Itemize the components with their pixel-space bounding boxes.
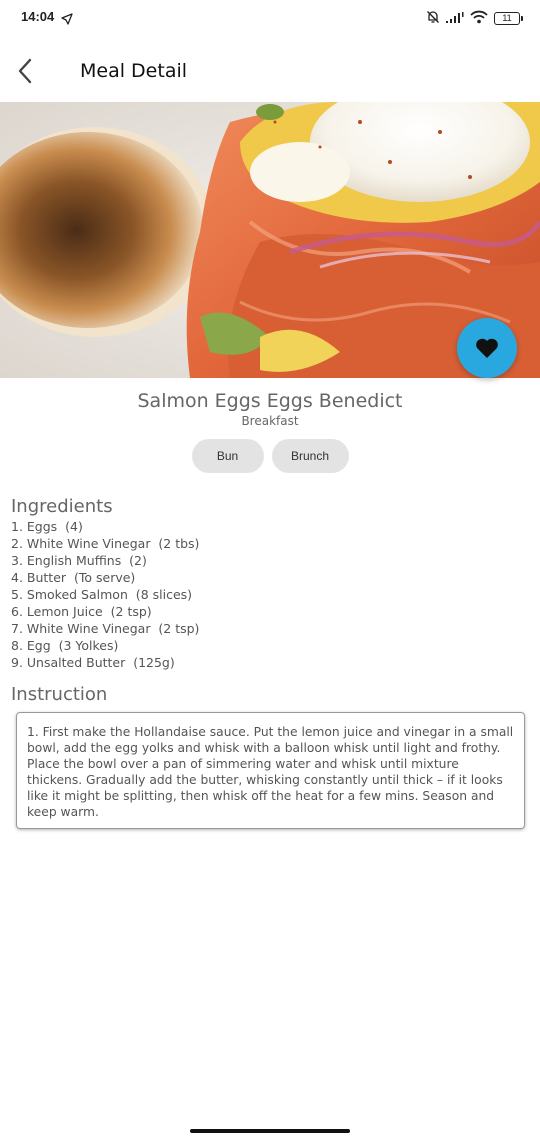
mute-bell-icon — [426, 9, 440, 28]
ingredients-heading: Ingredients — [11, 496, 113, 517]
ingredient-item: 5. Smoked Salmon (8 slices) — [11, 587, 193, 602]
instruction-text: 1. First make the Hollandaise sauce. Put… — [27, 725, 514, 819]
status-icons: 11 — [426, 9, 523, 28]
heart-icon — [476, 338, 498, 358]
status-bar: 14:04 11 — [0, 0, 540, 36]
chevron-left-icon — [18, 58, 32, 84]
page-title: Meal Detail — [80, 60, 188, 82]
ingredient-item: 9. Unsalted Butter (125g) — [11, 655, 175, 670]
tag-list: Bun Brunch — [0, 439, 540, 473]
ingredient-item: 7. White Wine Vinegar (2 tsp) — [11, 621, 200, 636]
ingredient-item: 8. Egg (3 Yolkes) — [11, 638, 119, 653]
ingredient-item: 6. Lemon Juice (2 tsp) — [11, 604, 152, 619]
back-button[interactable] — [10, 54, 40, 88]
signal-icon — [446, 9, 464, 28]
instruction-box: 1. First make the Hollandaise sauce. Put… — [16, 712, 525, 829]
meal-category: Breakfast — [241, 414, 299, 428]
ingredients-list: 1. Eggs (4) 2. White Wine Vinegar (2 tbs… — [11, 518, 199, 671]
favorite-button[interactable] — [457, 318, 517, 378]
ingredient-item: 4. Butter (To serve) — [11, 570, 136, 585]
tag-chip[interactable]: Brunch — [271, 439, 349, 473]
meal-name: Salmon Eggs Eggs Benedict — [137, 390, 403, 412]
ingredient-item: 2. White Wine Vinegar (2 tbs) — [11, 536, 200, 551]
ingredient-item: 1. Eggs (4) — [11, 519, 83, 534]
app-bar: Meal Detail — [0, 40, 540, 102]
battery-icon: 11 — [494, 12, 523, 25]
tag-chip[interactable]: Bun — [191, 439, 264, 473]
navigation-arrow-icon — [61, 10, 73, 29]
ingredient-item: 3. English Muffins (2) — [11, 553, 147, 568]
status-time: 14:04 — [21, 9, 55, 24]
home-indicator[interactable] — [190, 1129, 350, 1133]
wifi-icon — [470, 9, 488, 28]
instruction-heading: Instruction — [11, 684, 108, 705]
